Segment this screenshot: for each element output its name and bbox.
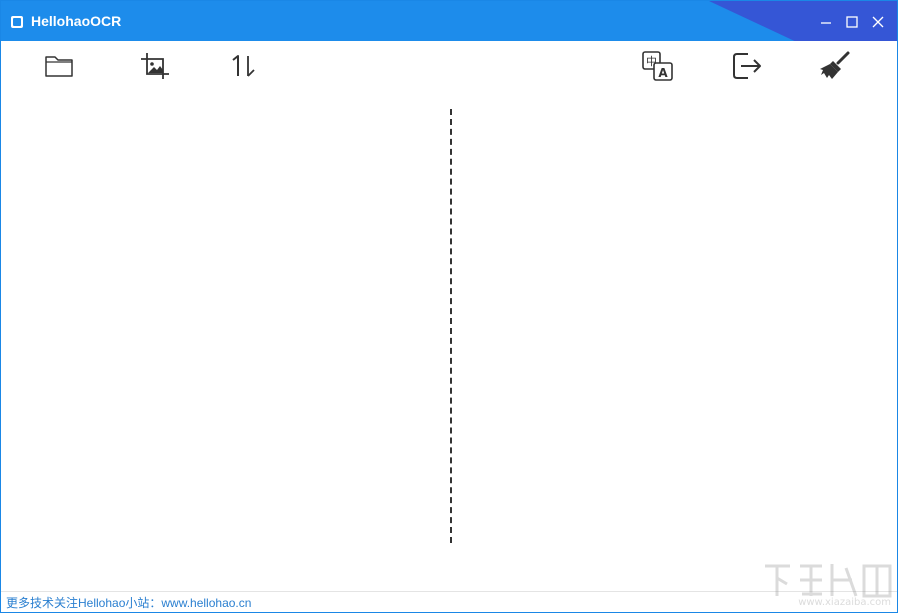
- translate-glyph-bottom: A: [658, 66, 668, 80]
- content-area: [1, 91, 897, 591]
- title-bar[interactable]: HellohaoOCR: [1, 1, 897, 41]
- watermark-glyphs: [765, 564, 892, 598]
- watermark-text: www.xiazaiba.com: [798, 597, 891, 608]
- open-folder-button[interactable]: [41, 49, 77, 83]
- minimize-icon: [821, 22, 831, 24]
- app-title: HellohaoOCR: [31, 13, 122, 29]
- maximize-icon: [846, 16, 858, 28]
- toolbar: 中 A: [1, 41, 897, 91]
- watermark-logo: www.xiazaiba.com: [760, 560, 895, 610]
- close-button[interactable]: [869, 13, 887, 31]
- sort-1-down-icon: [232, 55, 255, 77]
- translate-icon: 中 A: [642, 51, 673, 81]
- translate-button[interactable]: 中 A: [640, 49, 676, 83]
- maximize-button[interactable]: [843, 13, 861, 31]
- app-logo-icon: [11, 16, 23, 28]
- sort-swap-button[interactable]: [225, 49, 261, 83]
- status-link[interactable]: 更多技术关注Hellohao小站：www.hellohao.cn: [6, 596, 251, 610]
- result-text-pane[interactable]: [453, 91, 897, 591]
- minimize-button[interactable]: [817, 13, 835, 31]
- window-controls: [817, 13, 887, 31]
- app-window: HellohaoOCR 中 A 更多技术关注Hellohao小站：www.hel…: [0, 0, 898, 613]
- export-icon: [733, 53, 761, 79]
- broom-icon: [820, 51, 850, 79]
- translate-glyph-top: 中: [646, 55, 657, 68]
- close-icon: [872, 16, 884, 28]
- image-pane[interactable]: [1, 91, 450, 591]
- folder-icon: [45, 56, 73, 77]
- pane-splitter[interactable]: [450, 109, 452, 543]
- screenshot-crop-button[interactable]: [137, 49, 173, 83]
- clear-button[interactable]: [817, 49, 853, 83]
- crop-image-icon: [141, 53, 169, 79]
- export-button[interactable]: [729, 49, 765, 83]
